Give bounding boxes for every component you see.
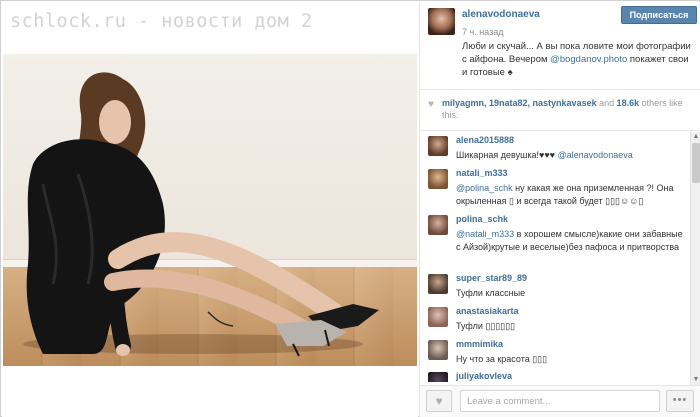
- commenter-avatar[interactable]: [428, 372, 448, 382]
- caption-mention-link[interactable]: @bogdanov.photo: [550, 54, 627, 65]
- comment-composer: ♥ •••: [420, 385, 700, 417]
- commenter-username[interactable]: mmmimika: [456, 339, 503, 349]
- commenter-username[interactable]: polina_schk: [456, 214, 508, 224]
- comment-input[interactable]: [460, 390, 660, 412]
- post-caption: Люби и скучай... А вы пока ловите мои фо…: [462, 40, 694, 79]
- like-button[interactable]: ♥: [426, 390, 452, 412]
- commenter-avatar[interactable]: [428, 274, 448, 294]
- heart-icon: ♥: [428, 99, 434, 110]
- likes-connector: and: [596, 98, 617, 108]
- comment-mention-link[interactable]: @natali_m333: [456, 229, 514, 239]
- heart-icon: ♥: [435, 394, 443, 408]
- commenter-avatar[interactable]: [428, 340, 448, 360]
- likes-others-count[interactable]: 18.6k: [617, 98, 640, 108]
- likers-list[interactable]: milyagmn, 19nata82, nastynkavasek: [442, 98, 597, 108]
- comments-list[interactable]: alena2015888 Шикарная девушка!♥♥♥ @alena…: [420, 132, 690, 382]
- commenter-username[interactable]: super_star89_89: [456, 273, 527, 283]
- post-photo[interactable]: [3, 54, 417, 366]
- post-header: alenavodonaeva Подписаться 7 ч. назад Лю…: [420, 2, 700, 90]
- likes-text: milyagmn, 19nata82, nastynkavasek and 18…: [442, 97, 694, 121]
- commenter-username[interactable]: alena2015888: [456, 135, 514, 145]
- scroll-up-arrow-icon[interactable]: ▲: [691, 132, 700, 142]
- post-timestamp: 7 ч. назад: [462, 27, 504, 37]
- follow-button[interactable]: Подписаться: [621, 6, 697, 24]
- commenter-username[interactable]: natali_m333: [456, 168, 508, 178]
- commenter-avatar[interactable]: [428, 136, 448, 156]
- photo-figure: [23, 72, 379, 357]
- ellipsis-icon: •••: [672, 394, 688, 406]
- commenter-avatar[interactable]: [428, 169, 448, 189]
- photo-pane: schlock.ru - новости дом 2: [2, 2, 418, 417]
- comment-body: Шикарная девушка!♥♥♥: [456, 150, 558, 160]
- scrollbar-thumb[interactable]: [692, 143, 700, 183]
- site-watermark: schlock.ru - новости дом 2: [10, 11, 313, 32]
- window-frame: schlock.ru - новости дом 2 alenavodonaev…: [0, 0, 700, 417]
- comment-text: Туфли ▯▯▯▯▯▯: [456, 321, 516, 331]
- commenter-avatar[interactable]: [428, 215, 448, 235]
- comment-mention-link[interactable]: @polina_schk: [456, 183, 513, 193]
- comment-text: Шикарная девушка!♥♥♥ @alenavodonaeva: [456, 149, 688, 162]
- comment-text: @polina_schk ну какая же она приземленна…: [456, 182, 688, 208]
- comment-mention-link[interactable]: @alenavodonaeva: [558, 150, 633, 160]
- scroll-down-arrow-icon[interactable]: ▼: [691, 375, 700, 385]
- likes-summary: ♥ milyagmn, 19nata82, nastynkavasek and …: [420, 91, 700, 131]
- commenter-username[interactable]: anastasiakarta: [456, 306, 519, 316]
- commenter-avatar[interactable]: [428, 307, 448, 327]
- more-options-button[interactable]: •••: [666, 390, 694, 412]
- comment-text: Ну что за красота ▯▯▯: [456, 354, 548, 364]
- author-avatar[interactable]: [428, 8, 455, 35]
- comments-scrollbar[interactable]: ▲ ▼: [690, 132, 700, 385]
- commenter-username[interactable]: juliyakovleva: [456, 371, 512, 381]
- comment-text: Туфли классные: [456, 288, 526, 298]
- author-username[interactable]: alenavodonaeva: [462, 9, 540, 20]
- comment-text: @natali_m333 в хорошем смысле)какие они …: [456, 228, 688, 254]
- post-sidebar: alenavodonaeva Подписаться 7 ч. назад Лю…: [419, 2, 700, 417]
